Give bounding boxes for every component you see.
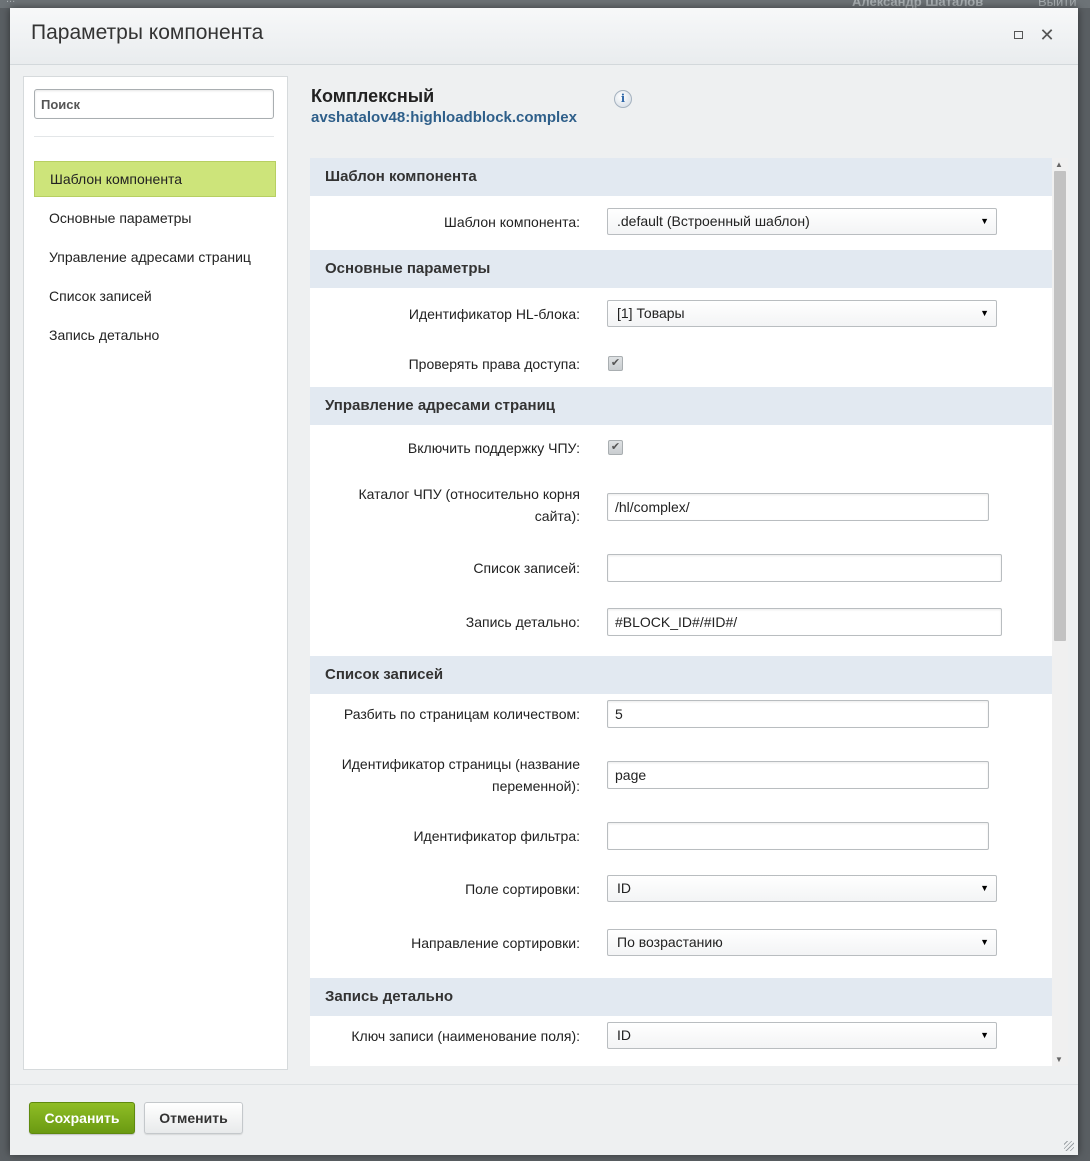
detail-key-select-value: ID (617, 1027, 631, 1043)
chevron-down-icon: ▼ (980, 1030, 989, 1040)
template-label: Шаблон компонента: (444, 214, 580, 230)
component-code: avshatalov48:highloadblock.complex (311, 109, 577, 126)
section-header-detail: Запись детально (310, 978, 1052, 1016)
dialog-title: Параметры компонента (31, 21, 264, 44)
detail-key-label: Ключ записи (наименование поля): (351, 1028, 580, 1044)
panel-scrollbar[interactable]: ▲ ▼ (1052, 158, 1068, 1066)
sef-list-input[interactable] (607, 554, 1002, 582)
resize-handle-icon[interactable] (1064, 1141, 1074, 1151)
sef-detail-label: Запись детально: (465, 614, 580, 630)
scrollbar-thumb[interactable] (1054, 171, 1066, 641)
info-icon[interactable]: i (614, 90, 632, 108)
check-rights-checkbox[interactable]: ✔ (608, 356, 623, 371)
sort-field-select-value: ID (617, 880, 631, 896)
sort-dir-select[interactable]: По возрастанию ▼ (607, 929, 997, 956)
sidebar-divider (34, 136, 274, 137)
sort-field-select[interactable]: ID ▼ (607, 875, 997, 902)
section-header-list: Список записей (310, 656, 1052, 694)
page-id-input[interactable]: page (607, 761, 989, 789)
background-page-strip: ... Александр Шаталов Выйти (0, 0, 1090, 9)
sidebar-item-template[interactable]: Шаблон компонента (34, 161, 276, 197)
page-id-label: Идентификатор страницы (название перемен… (310, 753, 580, 797)
cancel-button[interactable]: Отменить (144, 1102, 243, 1134)
page-count-input[interactable]: 5 (607, 700, 989, 728)
detail-key-select[interactable]: ID ▼ (607, 1022, 997, 1049)
hl-block-select[interactable]: [1] Товары ▼ (607, 300, 997, 327)
save-button[interactable]: Сохранить (29, 1102, 135, 1134)
sef-enable-checkbox[interactable]: ✔ (608, 440, 623, 455)
section-header-sef: Управление адресами страниц (310, 387, 1052, 425)
sidebar-item-main-params[interactable]: Основные параметры (34, 200, 276, 236)
section-header-main: Основные параметры (310, 250, 1052, 288)
template-select-value: .default (Встроенный шаблон) (617, 213, 810, 229)
sef-folder-label-line2: сайта): (534, 508, 580, 524)
chevron-down-icon: ▼ (980, 883, 989, 893)
sef-enable-label: Включить поддержку ЧПУ: (407, 440, 580, 456)
component-title: Комплексный (311, 86, 435, 106)
component-params-dialog: Параметры компонента ✕ Шаблон компонента… (10, 8, 1078, 1155)
dialog-footer: Сохранить Отменить (10, 1084, 1078, 1155)
sort-dir-select-value: По возрастанию (617, 934, 723, 950)
dialog-header: Параметры компонента ✕ (10, 8, 1078, 65)
sef-folder-label: Каталог ЧПУ (относительно корня сайта): (310, 483, 580, 527)
hl-block-label: Идентификатор HL-блока: (408, 306, 580, 322)
maximize-icon[interactable] (1009, 26, 1027, 44)
section-header-template: Шаблон компонента (310, 158, 1052, 196)
check-rights-label: Проверять права доступа: (408, 356, 580, 372)
sef-detail-input[interactable]: #BLOCK_ID#/#ID#/ (607, 608, 1002, 636)
sidebar-item-list[interactable]: Список записей (34, 278, 276, 314)
chevron-down-icon: ▼ (980, 937, 989, 947)
sidebar-item-detail[interactable]: Запись детально (34, 317, 276, 353)
filter-id-label: Идентификатор фильтра: (413, 828, 580, 844)
sidebar-item-sef[interactable]: Управление адресами страниц (34, 239, 276, 275)
sef-folder-input[interactable]: /hl/complex/ (607, 493, 989, 521)
page-id-label-line1: Идентификатор страницы (название (341, 756, 580, 772)
sef-folder-label-line1: Каталог ЧПУ (относительно корня (358, 486, 580, 502)
scroll-down-icon[interactable]: ▼ (1055, 1055, 1063, 1064)
chevron-down-icon: ▼ (980, 216, 989, 226)
scroll-up-icon[interactable]: ▲ (1055, 160, 1063, 169)
filter-id-input[interactable] (607, 822, 989, 850)
sort-dir-label: Направление сортировки: (411, 935, 580, 951)
close-icon[interactable]: ✕ (1038, 26, 1056, 44)
search-input[interactable] (34, 89, 274, 119)
template-select[interactable]: .default (Встроенный шаблон) ▼ (607, 208, 997, 235)
page-id-label-line2: переменной): (492, 778, 580, 794)
sef-list-label: Список записей: (473, 560, 580, 576)
page-count-label: Разбить по страницам количеством: (343, 706, 580, 722)
sort-field-label: Поле сортировки: (465, 881, 580, 897)
sidebar-nav: Шаблон компонента Основные параметры Упр… (34, 161, 276, 356)
sidebar: Шаблон компонента Основные параметры Упр… (23, 76, 288, 1070)
params-panel: Шаблон компонента Шаблон компонента: .de… (310, 158, 1052, 1066)
chevron-down-icon: ▼ (980, 308, 989, 318)
background-text: ... (6, 0, 15, 5)
hl-block-select-value: [1] Товары (617, 305, 685, 321)
